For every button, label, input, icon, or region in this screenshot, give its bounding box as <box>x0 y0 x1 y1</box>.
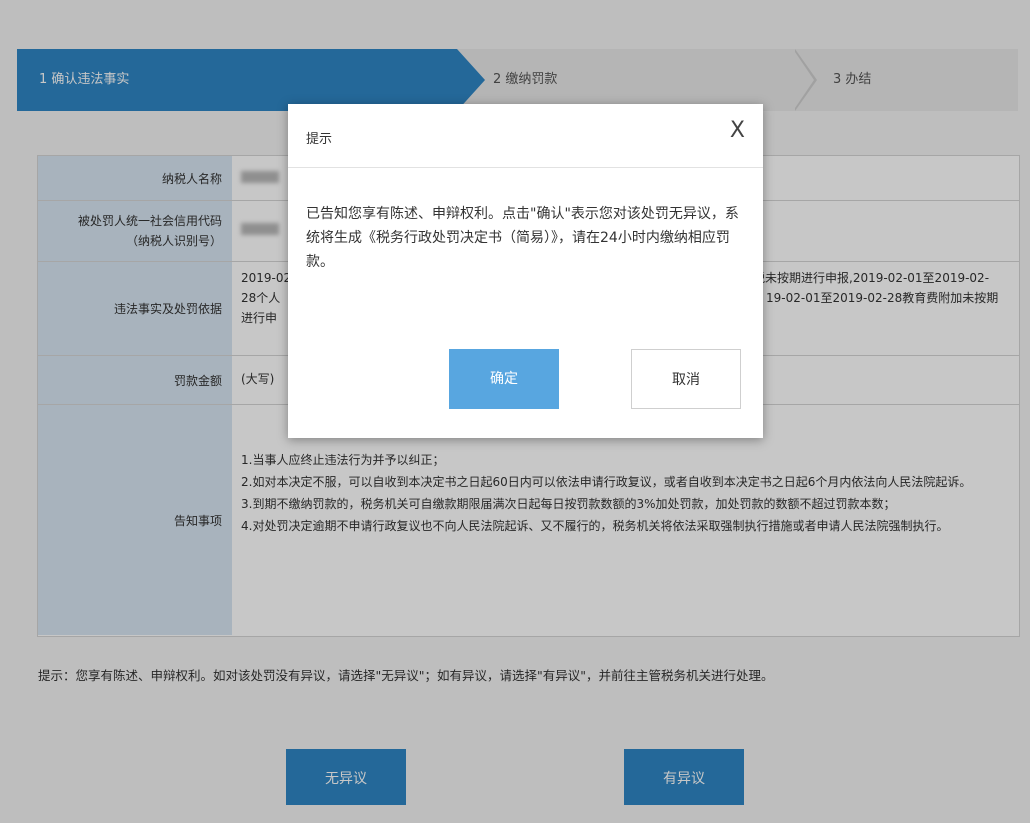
cancel-button[interactable]: 取消 <box>631 349 741 409</box>
confirm-button[interactable]: 确定 <box>449 349 559 409</box>
dialog-title: 提示 <box>306 132 333 147</box>
dialog-header: 提示 X <box>288 104 763 168</box>
close-icon[interactable]: X <box>730 118 745 143</box>
confirm-dialog: 提示 X 已告知您享有陈述、申辩权利。点击"确认"表示您对该处罚无异议，系统将生… <box>288 104 763 438</box>
dialog-message: 已告知您享有陈述、申辩权利。点击"确认"表示您对该处罚无异议，系统将生成《税务行… <box>306 206 739 270</box>
